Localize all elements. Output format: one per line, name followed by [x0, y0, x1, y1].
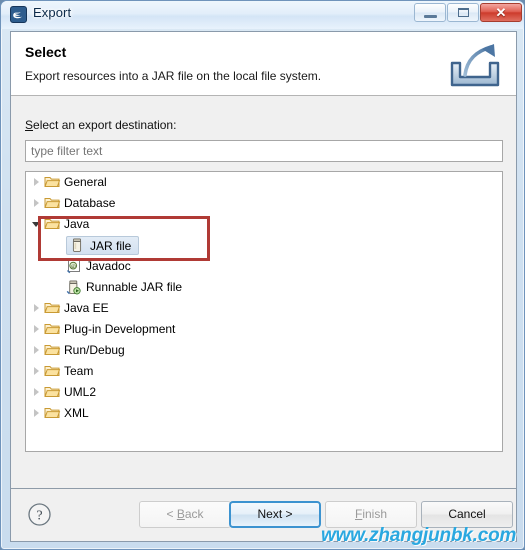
- folder-icon: [44, 172, 62, 193]
- tree-item-label: Run/Debug: [64, 343, 125, 357]
- tree-item-label: XML: [64, 406, 89, 420]
- chevron-right-icon[interactable]: [32, 361, 44, 382]
- tree-item-xml[interactable]: XML: [26, 403, 502, 424]
- back-button-rest: ack: [184, 507, 204, 521]
- dialog-client-area: Select Export resources into a JAR file …: [10, 31, 517, 542]
- tree-item-label: UML2: [64, 385, 97, 399]
- back-button[interactable]: < Back: [139, 501, 231, 528]
- tree-item-selection[interactable]: JAR file: [66, 236, 140, 255]
- destination-label-rest: elect an export destination:: [33, 118, 177, 132]
- filter-input[interactable]: [25, 140, 503, 162]
- page-title: Select: [25, 44, 67, 60]
- runnable-jar-file-icon: [66, 277, 84, 298]
- chevron-down-icon[interactable]: [32, 214, 44, 235]
- tree-item-label: Java EE: [64, 301, 109, 315]
- chevron-right-icon[interactable]: [32, 298, 44, 319]
- folder-icon: [44, 214, 62, 235]
- back-button-mnemonic: B: [176, 507, 185, 521]
- folder-icon: [44, 193, 62, 214]
- destination-label-mnemonic: S: [25, 118, 34, 132]
- chevron-right-icon[interactable]: [32, 340, 44, 361]
- chevron-right-icon[interactable]: [32, 319, 44, 340]
- svg-text:?: ?: [36, 508, 42, 523]
- tree-item-team[interactable]: Team: [26, 361, 502, 382]
- tree-item-java[interactable]: Java: [26, 214, 502, 235]
- javadoc-icon: @: [66, 256, 84, 277]
- chevron-right-icon[interactable]: [32, 172, 44, 193]
- tree-item-label: Plug-in Development: [64, 322, 176, 336]
- svg-text:@: @: [71, 264, 76, 270]
- tree-item-javadoc[interactable]: @ Javadoc: [26, 256, 502, 277]
- minimize-button[interactable]: [414, 3, 446, 22]
- tree-item-label: Team: [64, 364, 94, 378]
- folder-icon: [44, 361, 62, 382]
- eclipse-icon: [10, 6, 27, 23]
- help-question-icon[interactable]: ?: [27, 502, 52, 527]
- tree-item-label: General: [64, 175, 107, 189]
- jar-file-icon: [70, 237, 88, 255]
- folder-icon: [44, 403, 62, 424]
- chevron-right-icon[interactable]: [32, 403, 44, 424]
- tree-item-runnable-jar-file[interactable]: Runnable JAR file: [26, 277, 502, 298]
- tree-item-jar-file[interactable]: JAR file: [26, 235, 502, 256]
- page-description: Export resources into a JAR file on the …: [25, 69, 322, 83]
- folder-icon: [44, 319, 62, 340]
- tree-item-general[interactable]: General: [26, 172, 502, 193]
- export-wizard-icon: [447, 37, 503, 91]
- wizard-header: Select Export resources into a JAR file …: [11, 32, 516, 96]
- tree-item-label: Java: [64, 217, 90, 231]
- export-destination-tree[interactable]: General Database Java JAR file @ Javadoc Runna…: [25, 171, 503, 452]
- destination-label: Select an export destination:: [25, 118, 176, 132]
- close-button[interactable]: ✕: [480, 3, 522, 22]
- maximize-button[interactable]: [447, 3, 479, 22]
- back-button-prefix: <: [166, 507, 177, 521]
- tree-item-java-ee[interactable]: Java EE: [26, 298, 502, 319]
- tree-item-run-debug[interactable]: Run/Debug: [26, 340, 502, 361]
- chevron-right-icon[interactable]: [32, 382, 44, 403]
- tree-item-label: JAR file: [90, 239, 132, 253]
- finish-button-rest: inish: [362, 507, 388, 521]
- cancel-button[interactable]: Cancel: [421, 501, 513, 528]
- watermark-text: www.zhangjunbk.com: [321, 525, 517, 546]
- folder-icon: [44, 340, 62, 361]
- folder-icon: [44, 382, 62, 403]
- tree-item-plug-in-development[interactable]: Plug-in Development: [26, 319, 502, 340]
- tree-item-database[interactable]: Database: [26, 193, 502, 214]
- title-bar: Export ✕: [1, 1, 524, 29]
- tree-item-label: Database: [64, 196, 116, 210]
- tree-item-label: Runnable JAR file: [86, 280, 183, 294]
- window-title: Export: [33, 5, 72, 20]
- chevron-right-icon[interactable]: [32, 193, 44, 214]
- folder-icon: [44, 298, 62, 319]
- next-button[interactable]: Next >: [229, 501, 321, 528]
- finish-button[interactable]: Finish: [325, 501, 417, 528]
- export-dialog-window: Export ✕ Select Export resources into a …: [0, 0, 525, 550]
- tree-item-label: Javadoc: [86, 259, 131, 273]
- wizard-body: Select an export destination: General Dat…: [11, 96, 516, 488]
- tree-item-uml2[interactable]: UML2: [26, 382, 502, 403]
